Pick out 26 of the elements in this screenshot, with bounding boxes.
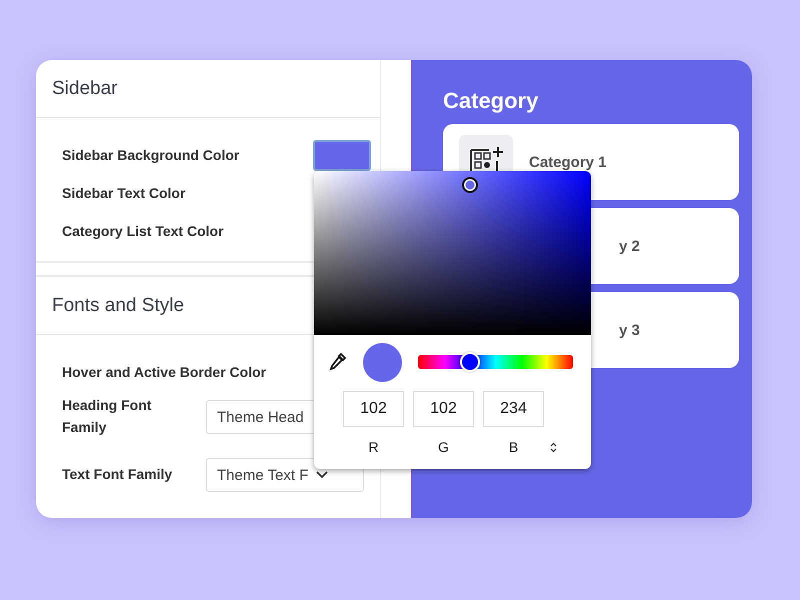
category-label: Category 1	[529, 154, 607, 170]
hue-slider[interactable]	[418, 355, 573, 369]
channel-input[interactable]: 234	[483, 391, 544, 427]
saturation-area[interactable]	[314, 171, 591, 335]
section-title: Sidebar	[52, 78, 118, 100]
section-title: Fonts and Style	[52, 294, 184, 316]
setting-label: Category List Text Color	[62, 222, 224, 241]
category-label: y 2	[619, 238, 640, 254]
channel-input[interactable]: 102	[413, 391, 474, 427]
channel-label: B	[508, 439, 520, 455]
toggle-format-icon[interactable]	[550, 442, 557, 452]
setting-label: Sidebar Background Color	[62, 146, 240, 165]
channel-input[interactable]: 102	[343, 391, 404, 427]
setting-label: Sidebar Text Color	[62, 184, 186, 203]
color-preview	[363, 342, 402, 382]
preview-title: Category	[443, 88, 540, 114]
picker-handle[interactable]	[462, 176, 478, 192]
channel-label: R	[367, 439, 380, 455]
setting-label: Hover and Active Border Color	[62, 363, 266, 382]
setting-label: Text Font Family	[62, 465, 174, 484]
hue-handle[interactable]	[460, 352, 480, 372]
category-label: y 3	[619, 322, 640, 338]
setting-label: Heading Font Family	[62, 396, 152, 437]
color-swatch[interactable]	[313, 140, 371, 170]
channel-label: G	[437, 439, 450, 455]
eyedropper-icon[interactable]	[329, 352, 347, 372]
